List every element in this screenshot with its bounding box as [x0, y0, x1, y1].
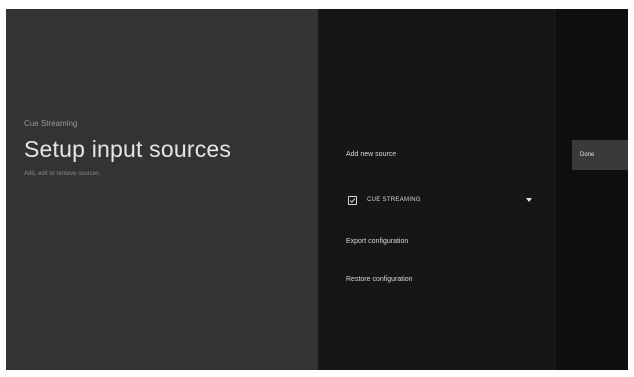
source-item-cue-streaming[interactable]: CUE STREAMING [348, 193, 534, 207]
source-checkbox[interactable] [348, 195, 357, 205]
source-label: CUE STREAMING [367, 197, 421, 203]
chevron-down-icon[interactable] [526, 198, 532, 202]
page-description: Add, edit or remove sources [24, 171, 100, 177]
breadcrumb: Cue Streaming [24, 119, 78, 128]
export-configuration-item[interactable]: Export configuration [346, 238, 408, 245]
done-button-label: Done [580, 152, 595, 158]
actions-panel: Add new source CUE STREAMING Export conf… [318, 9, 556, 370]
restore-configuration-item[interactable]: Restore configuration [346, 276, 413, 283]
tv-screen: Cue Streaming Setup input sources Add, e… [6, 9, 628, 370]
buttons-panel: Done [556, 9, 628, 370]
done-button[interactable]: Done [572, 140, 628, 170]
page-title: Setup input sources [24, 136, 232, 162]
guidance-panel: Cue Streaming Setup input sources Add, e… [6, 9, 318, 370]
add-new-source-item[interactable]: Add new source [346, 151, 396, 158]
check-icon [349, 197, 356, 203]
